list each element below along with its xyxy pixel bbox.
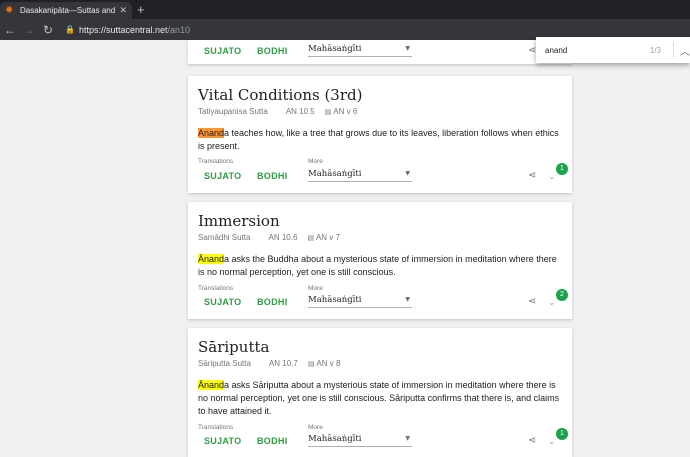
dropdown-arrow-icon: ▼: [405, 435, 410, 442]
sutta-number: AN 10.6: [268, 233, 298, 242]
find-in-page-bar: anand 1/3 ︿: [536, 37, 690, 63]
translations-label: Translations: [198, 158, 234, 165]
sujato-button[interactable]: SUJATO: [204, 436, 241, 446]
sutta-card-partial: SUJATO BODHI Mahāsaṅgīti ▼ ⋖: [188, 40, 572, 64]
sutta-card: Immersion Samādhi Sutta AN 10.6 AN v 7 Ā…: [188, 202, 572, 319]
browser-tab[interactable]: ✹ Dasakanipāta—Suttas and Parall ✕: [0, 2, 132, 19]
sutta-number: AN 10.7: [268, 359, 298, 368]
dropdown-arrow-icon: ▼: [405, 296, 410, 303]
back-arrow-icon[interactable]: ←: [1, 23, 19, 37]
lock-icon[interactable]: 🔒: [65, 25, 75, 34]
find-highlight: Ānand: [198, 254, 225, 264]
blurb-text: a asks Sāriputta about a mysterious stat…: [198, 380, 560, 416]
bodhi-button[interactable]: BODHI: [257, 171, 288, 181]
sutta-blurb: Ānanda asks the Buddha about a mysteriou…: [198, 253, 563, 279]
pali-title: Samādhi Sutta: [198, 233, 251, 242]
sujato-button[interactable]: SUJATO: [204, 171, 241, 181]
bodhi-button[interactable]: BODHI: [257, 436, 288, 446]
browser-tab-bar: ✹ Dasakanipāta—Suttas and Parall ✕ +: [0, 0, 690, 19]
dropdown-arrow-icon: ▼: [405, 45, 410, 52]
sutta-meta: Tatiyaupanisa Sutta AN 10.5 AN v 6: [198, 107, 357, 116]
edition-select-value: Mahāsaṅgīti: [308, 169, 362, 179]
sutta-number: AN 10.5: [285, 107, 315, 116]
url-host: https://suttacentral.net: [78, 24, 168, 35]
translation-count-badge: 2: [556, 289, 568, 301]
sutta-title[interactable]: Immersion: [198, 212, 280, 230]
chevron-up-icon[interactable]: ︿: [680, 43, 690, 58]
sujato-button[interactable]: SUJATO: [204, 46, 241, 56]
more-label: More: [308, 158, 323, 165]
edition-select-value: Mahāsaṅgīti: [308, 434, 362, 444]
bodhi-button[interactable]: BODHI: [257, 297, 288, 307]
find-match-count: 1/3: [649, 45, 661, 55]
find-highlight: Ānand: [198, 380, 225, 390]
chevron-down-icon[interactable]: ⌄: [548, 297, 556, 308]
sutta-meta: Sāriputta Sutta AN 10.7 AN v 8: [198, 359, 340, 368]
edition-select[interactable]: Mahāsaṅgīti ▼: [308, 44, 412, 57]
chevron-down-icon[interactable]: ⌄: [548, 436, 556, 447]
dropdown-arrow-icon: ▼: [405, 170, 410, 177]
sutta-title[interactable]: Vital Conditions (3rd): [198, 86, 362, 104]
suttacentral-favicon-icon: ✹: [5, 4, 14, 16]
sutta-blurb: Ananda teaches how, like a tree that gro…: [198, 127, 563, 153]
edition-select[interactable]: Mahāsaṅgīti ▼: [308, 295, 412, 308]
edition-select[interactable]: Mahāsaṅgīti ▼: [308, 434, 412, 447]
tab-close-icon[interactable]: ✕: [119, 5, 127, 16]
translation-count-badge: 1: [556, 163, 568, 175]
sutta-card: Sāriputta Sāriputta Sutta AN 10.7 AN v 8…: [188, 328, 572, 457]
translation-count-badge: 1: [556, 428, 568, 440]
more-label: More: [308, 285, 323, 292]
url-path: /an10: [167, 24, 191, 35]
sutta-blurb: Ānanda asks Sāriputta about a mysterious…: [198, 379, 563, 418]
blurb-text: a teaches how, like a tree that grows du…: [198, 128, 559, 151]
bodhi-button[interactable]: BODHI: [257, 46, 288, 56]
sutta-card: Vital Conditions (3rd) Tatiyaupanisa Sut…: [188, 76, 572, 193]
address-bar[interactable]: https://suttacentral.net/an10: [79, 25, 190, 35]
edition-select-value: Mahāsaṅgīti: [308, 295, 362, 305]
sutta-meta: Samādhi Sutta AN 10.6 AN v 7: [198, 233, 340, 242]
share-icon[interactable]: ⋖: [528, 296, 536, 307]
edition-select[interactable]: Mahāsaṅgīti ▼: [308, 169, 412, 182]
find-divider: [673, 42, 674, 58]
pali-title: Sāriputta Sutta: [198, 359, 251, 368]
chevron-down-icon[interactable]: ⌄: [548, 171, 556, 182]
translations-label: Translations: [198, 424, 234, 431]
share-icon[interactable]: ⋖: [528, 170, 536, 181]
volume-ref: AN v 7: [307, 233, 340, 242]
edition-select-value: Mahāsaṅgīti: [308, 44, 362, 54]
find-highlight-active: Anand: [198, 128, 225, 138]
tab-title: Dasakanipāta—Suttas and Parall: [20, 6, 116, 15]
find-input[interactable]: anand: [545, 46, 650, 55]
forward-arrow-icon[interactable]: →: [20, 23, 38, 37]
more-label: More: [308, 424, 323, 431]
volume-ref: AN v 6: [325, 107, 357, 116]
pali-title: Tatiyaupanisa Sutta: [198, 107, 268, 116]
translations-label: Translations: [198, 285, 234, 292]
blurb-text: a asks the Buddha about a mysterious sta…: [198, 254, 557, 277]
new-tab-button[interactable]: +: [137, 3, 145, 16]
share-icon[interactable]: ⋖: [528, 435, 536, 446]
sujato-button[interactable]: SUJATO: [204, 297, 241, 307]
reload-icon[interactable]: ↻: [39, 23, 57, 37]
volume-ref: AN v 8: [308, 359, 340, 368]
sutta-title[interactable]: Sāriputta: [198, 338, 269, 356]
